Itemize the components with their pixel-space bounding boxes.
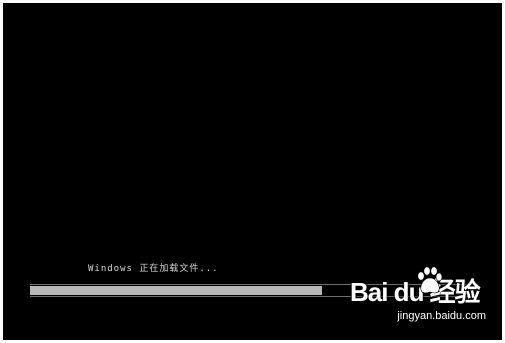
loading-status-text: Windows 正在加载文件... (88, 264, 219, 274)
loading-progress-fill (30, 286, 322, 295)
boot-screen: Windows 正在加载文件... Bai du 经验 jingyan.baid… (3, 3, 502, 340)
loading-progress-bar (30, 284, 473, 297)
watermark-url: jingyan.baidu.com (397, 310, 486, 322)
